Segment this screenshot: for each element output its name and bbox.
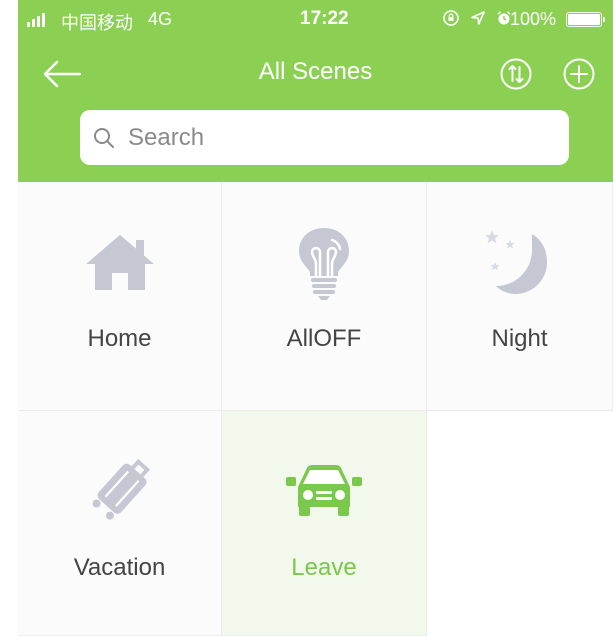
scene-label: Vacation [73,554,166,581]
scene-item-home[interactable]: Home [18,182,222,411]
scene-item-leave[interactable]: Leave [222,411,427,636]
search-input[interactable] [126,118,550,158]
search-icon [94,128,114,148]
empty-cell [427,411,613,636]
network-label: 4G [148,9,173,29]
house-icon [85,235,154,290]
scene-grid: Home AllOFF Night Vacation Leave [18,182,613,636]
clock: 17:22 [300,8,349,29]
scene-label: Leave [291,554,357,581]
navigation-bar: All Scenes [18,48,613,100]
lightbulb-icon [299,228,349,300]
status-bar: 中国移动 4G 17:22 100% [18,0,613,40]
add-icon[interactable] [562,57,596,91]
scene-label: Night [491,325,548,352]
search-bar[interactable] [80,110,569,165]
header-bar: 中国移动 4G 17:22 100% All Scenes Search [18,0,613,182]
scene-label: AllOFF [286,325,362,352]
suitcase-icon [92,458,150,520]
moon-icon [484,230,547,294]
signal-icon [27,13,45,27]
app-screen: 中国移动 4G 17:22 100% All Scenes Search Hom… [18,0,613,636]
scene-item-alloff[interactable]: AllOFF [222,182,427,411]
car-icon [286,465,362,516]
scene-item-vacation[interactable]: Vacation [18,411,222,636]
carrier-label: 中国移动 [61,13,133,33]
location-icon [471,11,485,25]
battery-icon [566,12,605,27]
battery-percent: 100% [510,9,557,29]
scene-item-night[interactable]: Night [427,182,613,411]
scene-label: Home [87,325,152,352]
sort-icon[interactable] [499,57,533,91]
orientation-lock-icon [443,10,459,26]
